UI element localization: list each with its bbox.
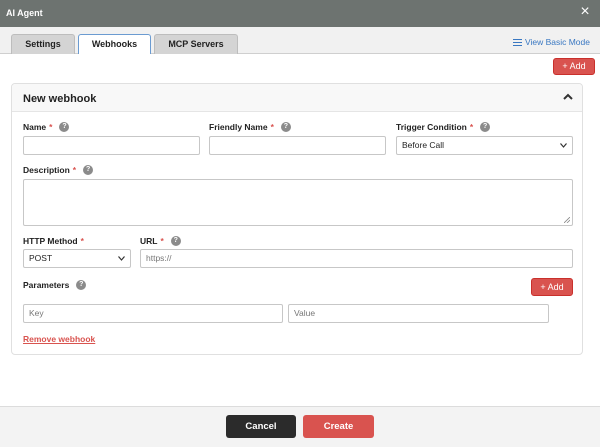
tab-strip: Settings Webhooks MCP Servers View Basic…: [0, 27, 600, 55]
help-icon[interactable]: ?: [170, 236, 181, 246]
url-input[interactable]: https://: [140, 249, 573, 268]
help-icon[interactable]: ?: [59, 122, 70, 132]
create-button[interactable]: Create: [303, 415, 374, 438]
window-title: AI Agent: [6, 8, 43, 18]
name-label-text: Name: [23, 122, 47, 132]
friendly-name-label: Friendly Name * ?: [209, 122, 291, 132]
trigger-condition-value: Before Call: [402, 140, 445, 150]
remove-webhook-link[interactable]: Remove webhook: [23, 334, 95, 344]
description-label-text: Description: [23, 165, 70, 175]
http-method-select[interactable]: POST: [23, 249, 131, 268]
parameter-key-input[interactable]: Key: [23, 304, 283, 323]
parameter-value-input[interactable]: Value: [288, 304, 549, 323]
friendly-name-input[interactable]: [209, 136, 386, 155]
add-parameter-button[interactable]: + Add: [531, 278, 573, 296]
help-icon[interactable]: ?: [480, 122, 491, 132]
url-label: URL * ?: [140, 236, 181, 246]
webhook-card-title: New webhook: [23, 93, 97, 105]
name-input[interactable]: [23, 136, 200, 155]
trigger-condition-select[interactable]: Before Call: [396, 136, 573, 155]
dialog-footer: Cancel Create: [0, 406, 600, 447]
close-icon[interactable]: ×: [578, 4, 592, 20]
help-icon[interactable]: ?: [280, 122, 291, 132]
http-method-value: POST: [29, 253, 53, 263]
webhooks-panel: + Add New webhook Name * ? Friendly Name…: [11, 54, 595, 394]
http-method-label: HTTP Method *: [23, 236, 84, 246]
description-textarea[interactable]: [23, 179, 573, 226]
parameters-label-text: Parameters: [23, 280, 70, 290]
tab-mcp-servers[interactable]: MCP Servers: [154, 34, 238, 54]
http-method-label-text: HTTP Method: [23, 236, 78, 246]
view-basic-mode-link[interactable]: View Basic Mode: [512, 37, 590, 47]
url-label-text: URL: [140, 236, 158, 246]
resize-grip-icon[interactable]: [564, 217, 570, 223]
add-webhook-button[interactable]: + Add: [553, 58, 595, 75]
tab-settings[interactable]: Settings: [11, 34, 75, 54]
cancel-button[interactable]: Cancel: [226, 415, 296, 438]
view-basic-mode-label: View Basic Mode: [524, 37, 590, 47]
friendly-name-label-text: Friendly Name: [209, 122, 268, 132]
required-marker: *: [49, 122, 53, 132]
window-titlebar: AI Agent ×: [0, 0, 600, 27]
chevron-up-icon[interactable]: [562, 91, 574, 103]
required-marker: *: [80, 236, 84, 246]
required-marker: *: [270, 122, 274, 132]
chevron-down-icon: [118, 256, 125, 261]
parameters-label: Parameters ?: [23, 280, 87, 290]
required-marker: *: [160, 236, 164, 246]
trigger-condition-label: Trigger Condition * ?: [396, 122, 491, 132]
required-marker: *: [72, 165, 77, 175]
help-icon[interactable]: ?: [83, 165, 94, 175]
description-label: Description * ?: [23, 165, 94, 175]
chevron-down-icon: [560, 143, 567, 148]
trigger-condition-label-text: Trigger Condition: [396, 122, 467, 132]
help-icon[interactable]: ?: [76, 280, 87, 290]
name-label: Name * ?: [23, 122, 70, 132]
tab-webhooks[interactable]: Webhooks: [78, 34, 151, 55]
webhook-card-header[interactable]: New webhook: [12, 84, 582, 112]
list-icon: [512, 38, 522, 46]
required-marker: *: [469, 122, 474, 132]
webhook-card: New webhook Name * ? Friendly Name * ? T…: [11, 83, 583, 355]
